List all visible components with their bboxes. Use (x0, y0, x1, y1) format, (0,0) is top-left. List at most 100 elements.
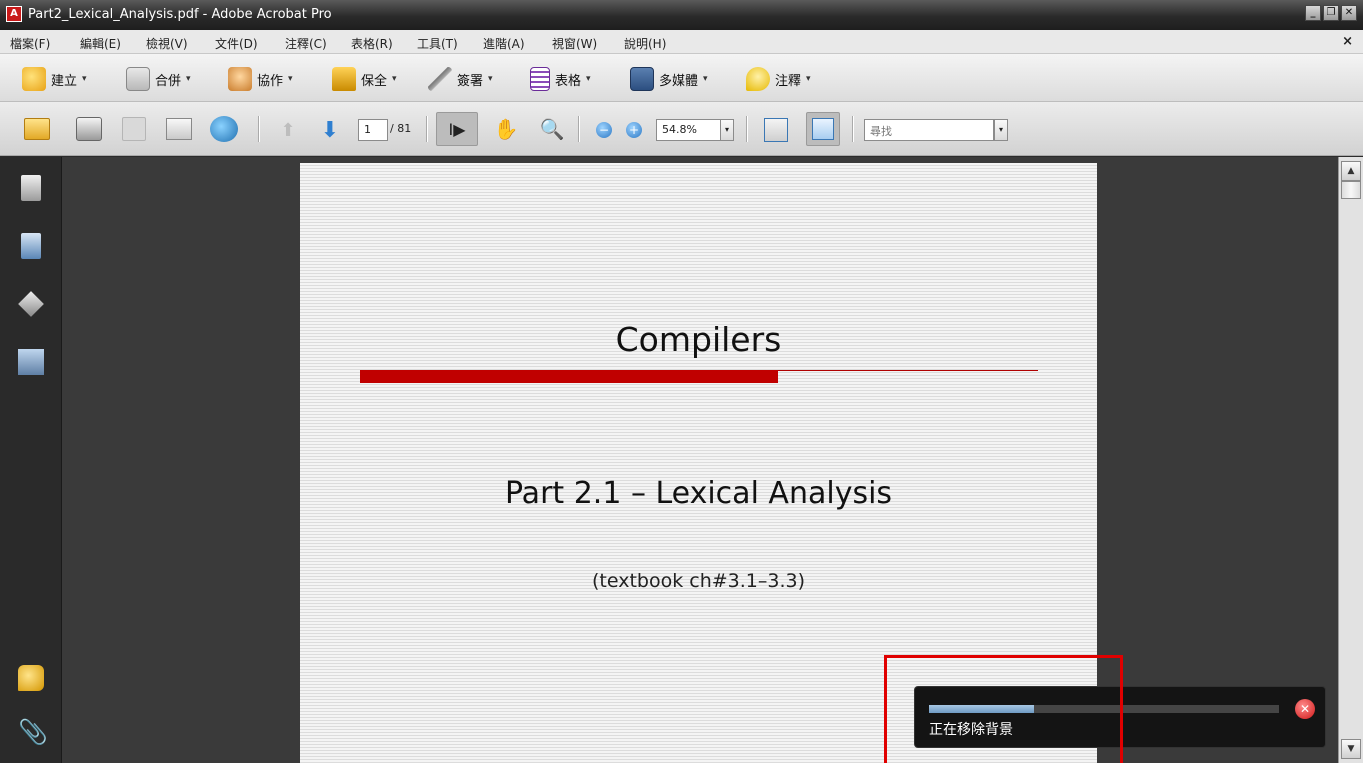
toolbar-separator (578, 116, 580, 142)
marquee-zoom-icon[interactable]: 🔍 (538, 116, 566, 142)
menu-edit[interactable]: 編輯(E) (80, 35, 121, 52)
comment-icon (746, 67, 770, 91)
comment-label: 注釋 (775, 73, 802, 89)
email-icon[interactable] (166, 118, 192, 140)
toolbar-separator (258, 116, 260, 142)
combine-icon (126, 67, 150, 91)
acrobat-window: A Part2_Lexical_Analysis.pdf - Adobe Acr… (0, 0, 1363, 763)
cancel-progress-icon[interactable]: ✕ (1295, 699, 1315, 719)
comment-caret-icon: ▾ (806, 74, 811, 84)
collaborate-caret-icon: ▾ (288, 74, 293, 84)
slide-title: Compilers (615, 320, 782, 359)
bookmarks-icon[interactable] (21, 233, 41, 259)
toolbar-separator (746, 116, 748, 142)
multimedia-button[interactable]: 多媒體 ▾ (630, 66, 708, 92)
web-globe-icon[interactable] (210, 116, 238, 142)
menu-bar: 檔案(F) 編輯(E) 檢視(V) 文件(D) 注釋(C) 表格(R) 工具(T… (0, 30, 1363, 54)
select-text-tool-icon[interactable]: I▶ (436, 112, 478, 146)
scroll-up-button[interactable]: ▲ (1341, 161, 1361, 181)
window-title: Part2_Lexical_Analysis.pdf - Adobe Acrob… (28, 7, 332, 22)
scroll-down-button[interactable]: ▼ (1341, 739, 1361, 759)
multimedia-label: 多媒體 (659, 73, 699, 89)
attachments-icon[interactable]: 📎 (18, 719, 48, 745)
menu-tools[interactable]: 工具(T) (417, 35, 458, 52)
document-close-button[interactable]: × (1342, 34, 1353, 49)
secure-caret-icon: ▾ (392, 74, 397, 84)
next-page-icon[interactable]: ⬇ (318, 118, 342, 143)
create-caret-icon: ▾ (82, 74, 87, 84)
forms-icon (530, 67, 550, 91)
secure-button[interactable]: 保全 ▾ (332, 66, 397, 92)
pdf-page: Compilers Part 2.1 – Lexical Analysis (t… (300, 163, 1097, 763)
title-bar: A Part2_Lexical_Analysis.pdf - Adobe Acr… (0, 0, 1363, 30)
combine-label: 合併 (155, 73, 182, 89)
window-controls: _ ❐ ✕ (1305, 5, 1357, 21)
menu-window[interactable]: 視窗(W) (552, 35, 597, 52)
collaborate-label: 協作 (257, 73, 284, 89)
fit-page-button[interactable] (806, 112, 840, 146)
forms-label: 表格 (555, 73, 582, 89)
print-icon[interactable] (76, 117, 102, 141)
slide-note: (textbook ch#3.1–3.3) (591, 570, 806, 592)
forms-caret-icon: ▾ (586, 74, 591, 84)
menu-file[interactable]: 檔案(F) (10, 35, 50, 52)
comments-icon[interactable] (18, 665, 44, 691)
menu-advanced[interactable]: 進階(A) (483, 35, 525, 52)
menu-comments[interactable]: 注釋(C) (285, 35, 327, 52)
acrobat-app-icon[interactable]: A (6, 6, 22, 22)
progress-bar (929, 705, 1279, 713)
combine-caret-icon: ▾ (186, 74, 191, 84)
multimedia-icon (630, 67, 654, 91)
sign-label: 簽署 (457, 73, 484, 89)
comment-button[interactable]: 注釋 ▾ (746, 66, 811, 92)
toolbar-separator (426, 116, 428, 142)
menu-view[interactable]: 檢視(V) (146, 35, 188, 52)
pages-icon[interactable] (21, 175, 41, 201)
create-label: 建立 (51, 73, 78, 89)
layers-icon[interactable] (18, 291, 44, 317)
restore-icon[interactable]: ❐ (1323, 5, 1339, 21)
create-icon (22, 67, 46, 91)
zoom-in-icon[interactable]: + (626, 122, 642, 138)
create-button[interactable]: 建立 ▾ (22, 66, 87, 92)
navigation-panel: 📎 (0, 157, 62, 763)
menu-forms[interactable]: 表格(R) (351, 35, 393, 52)
forms-button[interactable]: 表格 ▾ (530, 66, 591, 92)
collaborate-button[interactable]: 協作 ▾ (228, 66, 293, 92)
hand-tool-icon[interactable]: ✋ (492, 116, 520, 142)
open-folder-icon[interactable] (24, 118, 50, 140)
progress-bar-fill (929, 705, 1034, 713)
secure-label: 保全 (361, 73, 388, 89)
progress-message: 正在移除背景 (929, 722, 1013, 738)
vertical-scrollbar[interactable]: ▲ ▼ (1338, 157, 1363, 763)
zoom-level-input[interactable]: 54.8% (656, 119, 722, 141)
menu-help[interactable]: 說明(H) (624, 35, 666, 52)
search-input[interactable]: 尋找 (864, 119, 994, 141)
save-icon[interactable] (122, 117, 146, 141)
fit-width-icon[interactable] (764, 118, 788, 142)
sign-button[interactable]: 簽署 ▾ (428, 66, 493, 92)
menu-document[interactable]: 文件(D) (215, 35, 258, 52)
search-dropdown-icon[interactable]: ▾ (994, 119, 1008, 141)
close-icon[interactable]: ✕ (1341, 5, 1357, 21)
previous-page-icon[interactable]: ⬆ (278, 120, 298, 141)
document-view[interactable]: Compilers Part 2.1 – Lexical Analysis (t… (62, 157, 1338, 763)
slide-subtitle: Part 2.1 – Lexical Analysis (504, 476, 893, 511)
tasks-toolbar: 建立 ▾ 合併 ▾ 協作 ▾ 保全 ▾ 簽署 ▾ 表格 ▾ 多媒體 ▾ 注釋 ▾ (0, 54, 1363, 102)
collaborate-icon (228, 67, 252, 91)
fit-page-icon (812, 118, 834, 140)
sign-caret-icon: ▾ (488, 74, 493, 84)
combine-button[interactable]: 合併 ▾ (126, 66, 191, 92)
secure-lock-icon (332, 67, 356, 91)
zoom-dropdown-icon[interactable]: ▾ (720, 119, 734, 141)
zoom-out-icon[interactable]: − (596, 122, 612, 138)
page-total: / 81 (390, 122, 412, 135)
title-rule-thick (360, 370, 778, 383)
sign-pen-icon (428, 67, 452, 91)
multimedia-caret-icon: ▾ (703, 74, 708, 84)
signatures-icon[interactable] (18, 349, 44, 375)
page-number-input[interactable]: 1 (358, 119, 388, 141)
minimize-icon[interactable]: _ (1305, 5, 1321, 21)
scroll-thumb[interactable] (1341, 181, 1361, 199)
toolbar-separator (852, 116, 854, 142)
